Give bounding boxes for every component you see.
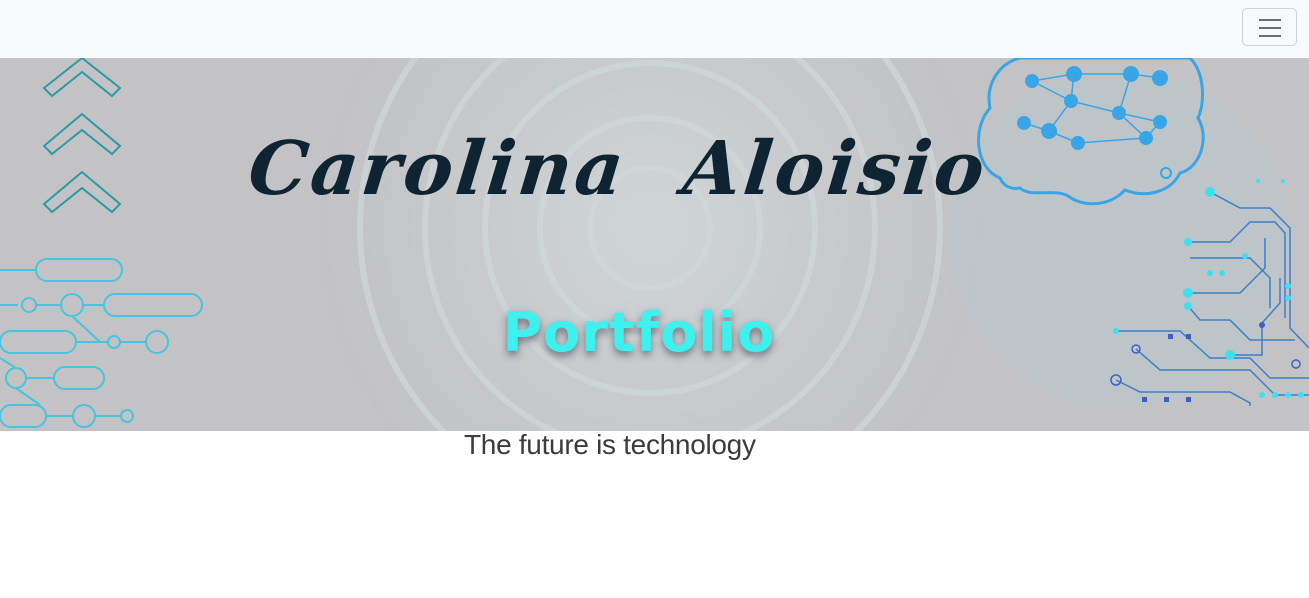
hamburger-menu-icon (1259, 19, 1281, 37)
tagline-text: The future is technology (464, 429, 756, 460)
hero-banner: Carolina Aloisio Portfolio (0, 58, 1309, 431)
navbar (0, 0, 1309, 58)
hero-background (0, 58, 1309, 431)
hero-name-heading: Carolina Aloisio (244, 126, 992, 212)
navbar-toggler-button[interactable] (1242, 8, 1297, 46)
hero-portfolio-subtitle: Portfolio (502, 301, 776, 364)
